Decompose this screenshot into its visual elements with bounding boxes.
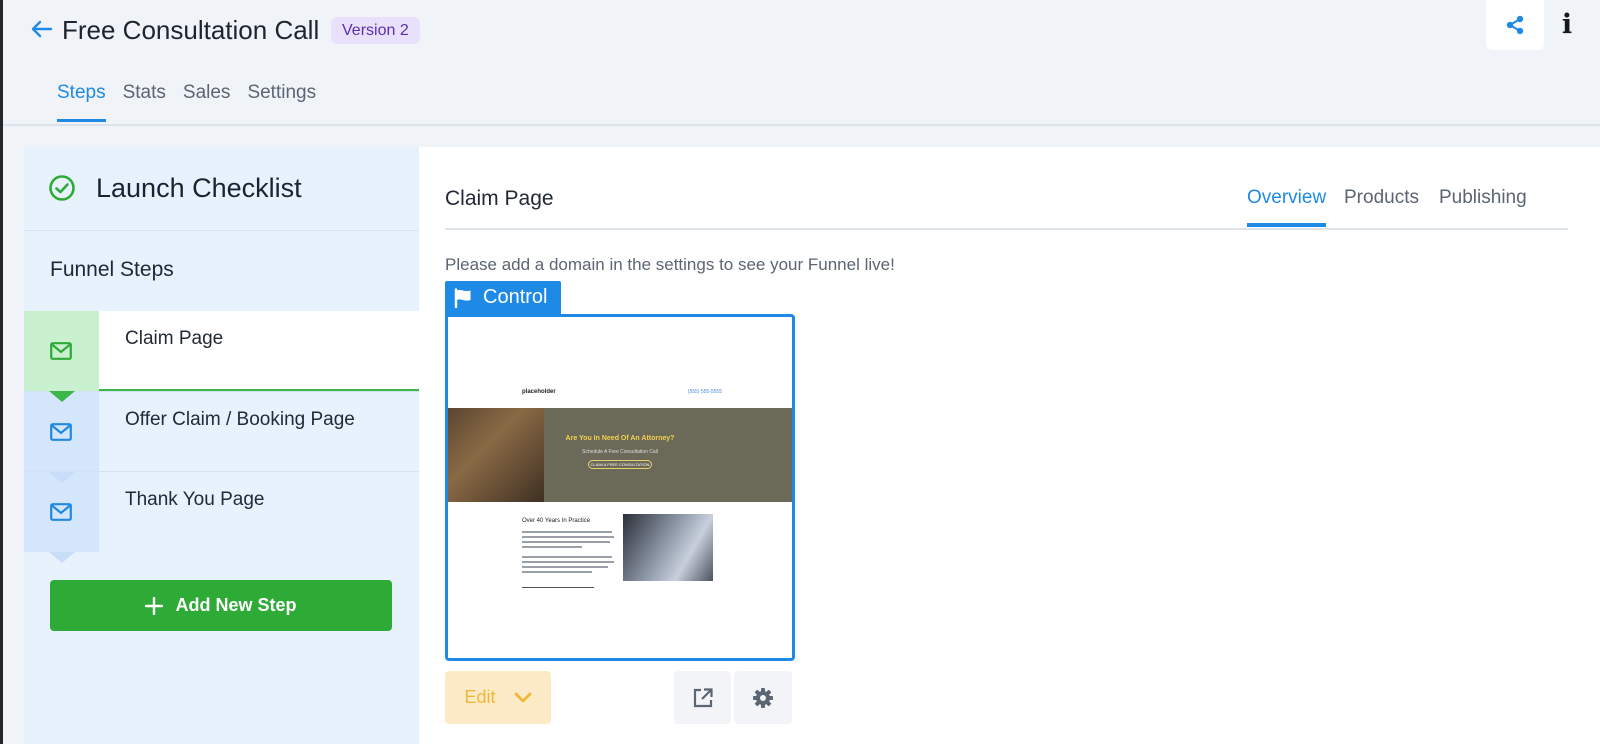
- preview-logo: placeholder: [522, 389, 556, 395]
- preview-nav: placeholder (555) 555-5555: [522, 389, 722, 399]
- add-new-step-button[interactable]: Add New Step: [50, 580, 392, 631]
- page-preview-thumbnail[interactable]: placeholder (555) 555-5555 Are You In Ne…: [445, 314, 795, 661]
- step-title: Claim Page: [445, 187, 554, 210]
- share-icon: [1506, 15, 1524, 35]
- version-badge[interactable]: Version 2: [331, 17, 420, 44]
- step-label: Claim Page: [125, 328, 224, 349]
- tab-steps[interactable]: Steps: [57, 82, 106, 122]
- funnel-step-thank-you[interactable]: Thank You Page: [24, 471, 419, 563]
- flag-icon: [454, 287, 471, 308]
- envelope-icon: [50, 342, 72, 360]
- check-circle-icon: [49, 175, 75, 201]
- tab-settings[interactable]: Settings: [247, 82, 316, 120]
- step-icon-column: [24, 392, 99, 472]
- funnel-step-offer-claim[interactable]: Offer Claim / Booking Page: [24, 391, 419, 483]
- preview-body-text: [522, 531, 614, 576]
- preview-section-image: [623, 514, 713, 581]
- page-header: Free Consultation Call Version 2 i Steps…: [3, 0, 1600, 126]
- funnel-step-claim-page[interactable]: Claim Page: [24, 311, 419, 402]
- chevron-down-icon: [514, 692, 531, 702]
- tab-stats[interactable]: Stats: [123, 82, 166, 120]
- step-label: Offer Claim / Booking Page: [125, 409, 355, 430]
- tab-products[interactable]: Products: [1344, 187, 1419, 223]
- step-tabs: Overview Products Publishing: [445, 184, 1568, 230]
- open-page-button[interactable]: [674, 671, 731, 724]
- share-button[interactable]: [1486, 0, 1544, 50]
- envelope-icon: [50, 503, 72, 521]
- preview-hero-title: Are You In Need Of An Attorney?: [565, 435, 675, 442]
- funnel-steps-title: Funnel Steps: [50, 258, 174, 281]
- step-detail-panel: Overview Products Publishing Claim Page …: [419, 147, 1600, 744]
- gear-icon: [753, 687, 773, 708]
- preview-phone: (555) 555-5555: [687, 389, 722, 395]
- preview-divider: [522, 587, 594, 588]
- external-link-icon: [693, 687, 713, 707]
- edit-label: Edit: [464, 687, 496, 707]
- funnel-steps-header: Funnel Steps: [24, 231, 419, 311]
- tab-overview[interactable]: Overview: [1247, 187, 1327, 227]
- arrow-left-icon[interactable]: [29, 16, 55, 42]
- info-button[interactable]: i: [1555, 7, 1579, 41]
- checklist-title: Launch Checklist: [96, 173, 302, 203]
- tab-publishing[interactable]: Publishing: [1439, 187, 1527, 223]
- preview-hero-subtitle: Schedule A Free Consultation Call: [582, 449, 658, 455]
- control-tag: Control: [445, 281, 561, 314]
- page-title: Free Consultation Call: [62, 15, 320, 45]
- step-icon-column: [24, 472, 99, 552]
- step-connector: [49, 391, 75, 402]
- header-tabs: Steps Stats Sales Settings: [57, 82, 333, 122]
- step-icon-column: [24, 311, 99, 391]
- sidebar: Launch Checklist Funnel Steps Claim Page…: [24, 147, 419, 744]
- preview-section-title: Over 40 Years In Practice: [522, 518, 591, 524]
- plus-icon: [145, 596, 164, 615]
- step-connector: [49, 472, 75, 483]
- domain-notice: Please add a domain in the settings to s…: [445, 255, 895, 274]
- edit-dropdown-button[interactable]: Edit: [445, 671, 551, 724]
- preview-hero: Are You In Need Of An Attorney? Schedule…: [448, 408, 792, 502]
- envelope-icon: [50, 423, 72, 441]
- info-icon: i: [1561, 8, 1573, 40]
- tab-sales[interactable]: Sales: [183, 82, 231, 120]
- preview-hero-button: CLAIM A FREE CONSULTATION: [588, 460, 652, 469]
- preview-hero-image: [448, 408, 544, 502]
- step-settings-button[interactable]: [734, 671, 792, 724]
- launch-checklist[interactable]: Launch Checklist: [24, 147, 419, 231]
- add-step-label: Add New Step: [175, 595, 297, 615]
- step-connector: [49, 552, 75, 563]
- control-label: Control: [483, 286, 548, 308]
- step-label: Thank You Page: [125, 489, 265, 510]
